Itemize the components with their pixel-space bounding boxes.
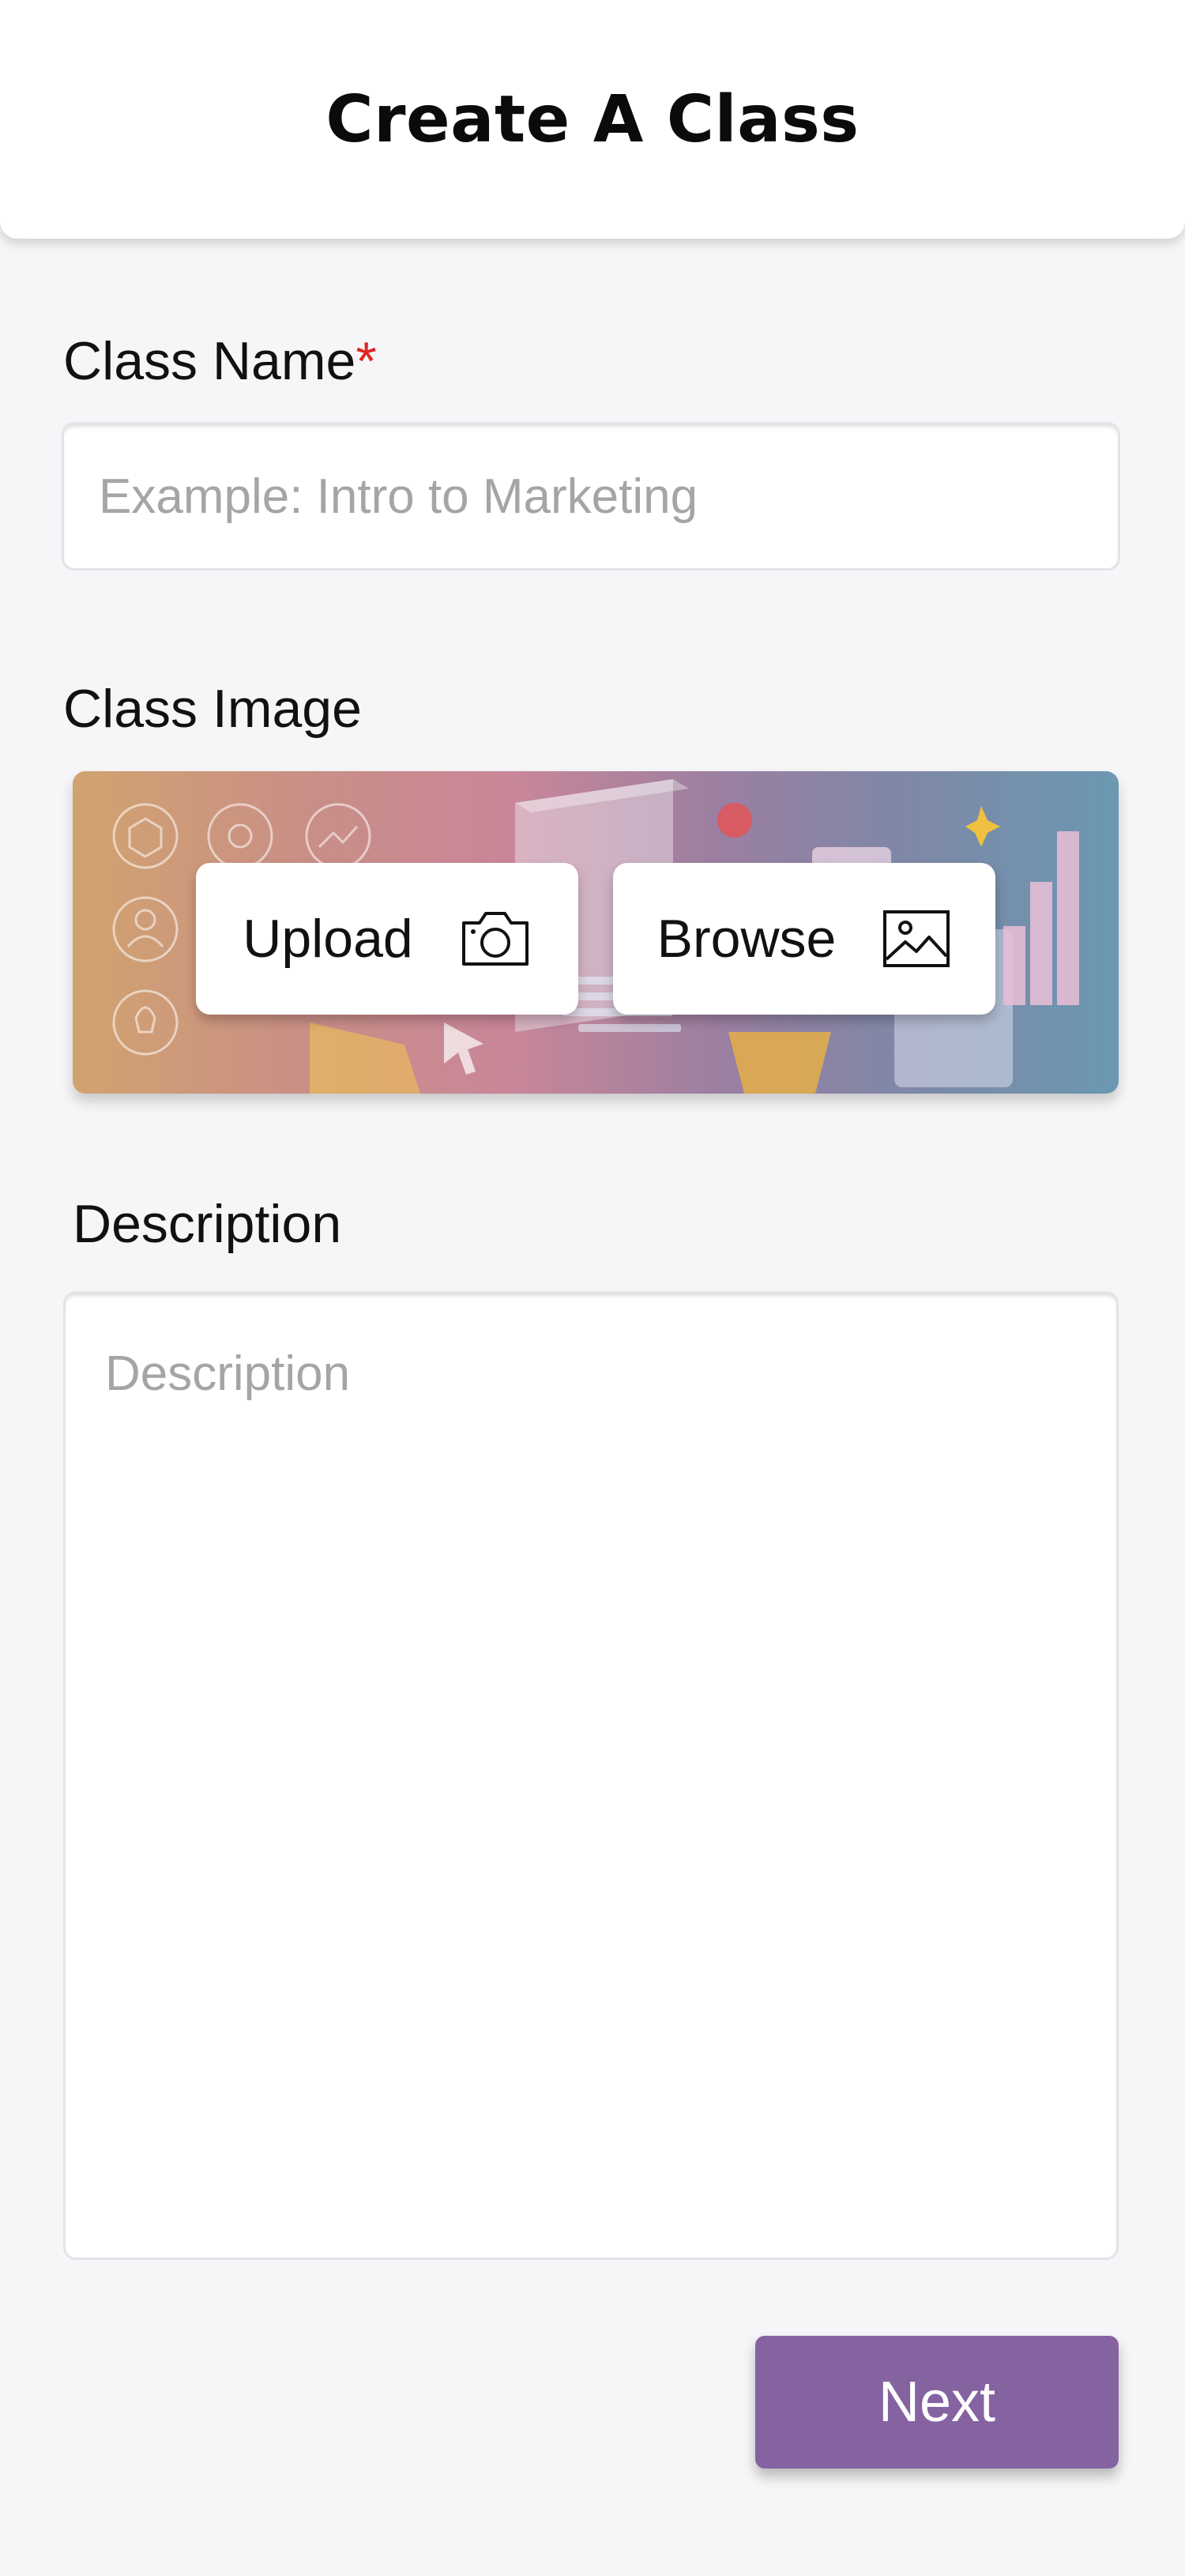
class-image-label: Class Image — [63, 679, 362, 739]
browse-label: Browse — [656, 909, 837, 969]
next-button[interactable]: Next — [755, 2336, 1119, 2469]
class-name-label-text: Class Name — [63, 331, 356, 391]
page-title: Create A Class — [325, 81, 860, 157]
description-label: Description — [73, 1194, 342, 1254]
class-name-label: Class Name* — [63, 330, 377, 392]
camera-icon — [459, 909, 532, 969]
page-header: Create A Class — [0, 0, 1185, 239]
upload-label: Upload — [243, 909, 413, 969]
description-placeholder: Description — [105, 1346, 351, 1401]
image-icon — [882, 909, 951, 969]
class-name-input[interactable]: Example: Intro to Marketing — [62, 422, 1120, 571]
browse-button[interactable]: Browse — [613, 863, 995, 1015]
required-asterisk: * — [356, 331, 377, 391]
class-name-placeholder: Example: Intro to Marketing — [99, 469, 698, 524]
description-textarea[interactable]: Description — [63, 1291, 1119, 2260]
upload-button[interactable]: Upload — [196, 863, 578, 1015]
